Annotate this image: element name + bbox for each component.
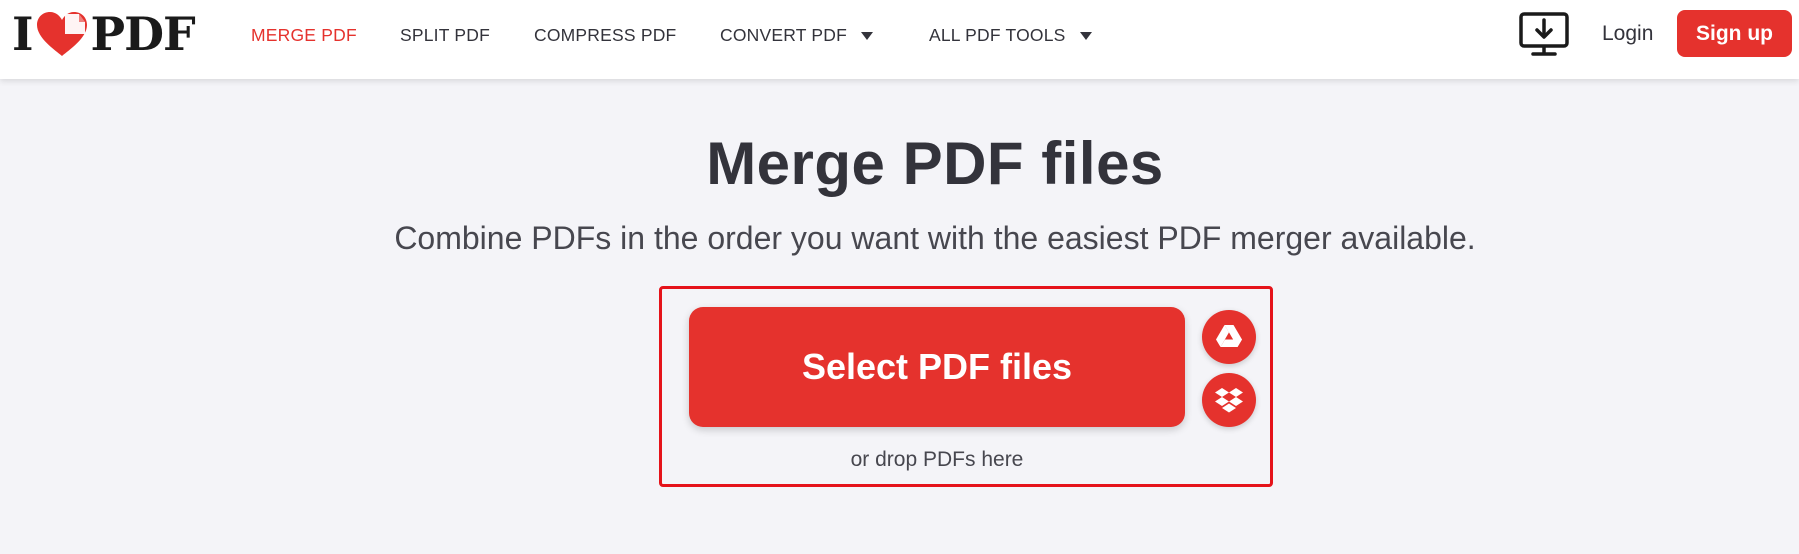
page-title: Merge PDF files [706,130,1164,197]
google-drive-button[interactable] [1202,310,1256,364]
chevron-down-icon [1079,32,1092,40]
nav-convert-pdf-label: CONVERT PDF [720,25,847,45]
desktop-download-icon[interactable] [1519,12,1569,56]
page-subtitle: Combine PDFs in the order you want with … [394,220,1476,256]
login-link[interactable]: Login [1602,22,1653,46]
chevron-down-icon [861,32,873,40]
top-header: I PDF MERGE PDF SPLIT PDF COMPRESS PDF C… [0,0,1799,79]
main-nav: MERGE PDF SPLIT PDF COMPRESS PDF CONVERT… [0,0,1100,70]
nav-compress-pdf[interactable]: COMPRESS PDF [534,25,676,46]
nav-compress-pdf-label: COMPRESS PDF [534,25,677,45]
signup-button[interactable]: Sign up [1677,10,1792,57]
nav-all-pdf-tools-label: ALL PDF TOOLS [929,25,1066,45]
google-drive-icon [1216,325,1242,347]
dropbox-button[interactable] [1202,373,1256,427]
drop-hint-text: or drop PDFs here [850,448,1024,471]
nav-convert-pdf[interactable]: CONVERT PDF [720,25,873,46]
dropbox-icon [1215,388,1243,413]
nav-merge-pdf-label: MERGE PDF [251,25,357,45]
nav-split-pdf[interactable]: SPLIT PDF [400,25,490,46]
nav-all-pdf-tools[interactable]: ALL PDF TOOLS [929,25,1092,46]
nav-merge-pdf[interactable]: MERGE PDF [251,25,357,46]
select-pdf-files-button[interactable]: Select PDF files [689,307,1185,427]
nav-split-pdf-label: SPLIT PDF [400,25,490,45]
